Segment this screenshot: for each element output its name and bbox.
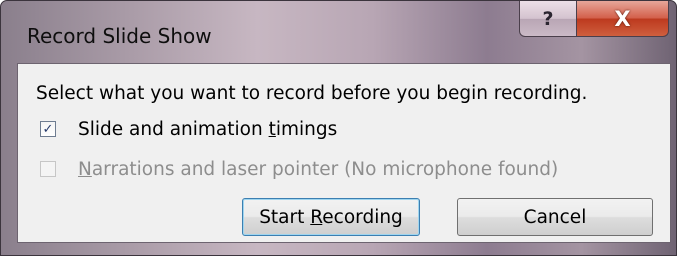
close-icon: X [614,6,631,31]
cancel-button[interactable]: Cancel [457,198,653,236]
dialog-body: Select what you want to record before yo… [17,63,671,243]
narrations-laser-pointer-checkbox [40,161,56,177]
close-button[interactable]: X [577,1,669,37]
title-bar[interactable]: Record Slide Show ? X [1,1,676,63]
slide-animation-timings-checkbox[interactable]: ✓ [40,121,56,137]
checkmark-icon: ✓ [42,121,54,137]
start-recording-button[interactable]: Start Recording [242,198,420,236]
record-slide-show-dialog: Record Slide Show ? X Select what you wa… [0,0,677,256]
slide-animation-timings-option[interactable]: ✓ Slide and animation timings [40,118,337,140]
window-title: Record Slide Show [27,24,212,48]
narrations-laser-pointer-option: Narrations and laser pointer (No microph… [40,158,558,180]
caption-buttons: ? X [519,1,669,41]
slide-animation-timings-label: Slide and animation timings [78,118,338,140]
help-icon: ? [542,7,554,30]
narrations-laser-pointer-label: Narrations and laser pointer (No microph… [78,158,559,180]
cancel-label: Cancel [523,206,587,228]
help-button[interactable]: ? [519,1,577,37]
start-recording-label: Start Recording [259,206,403,228]
instruction-text: Select what you want to record before yo… [36,83,588,104]
